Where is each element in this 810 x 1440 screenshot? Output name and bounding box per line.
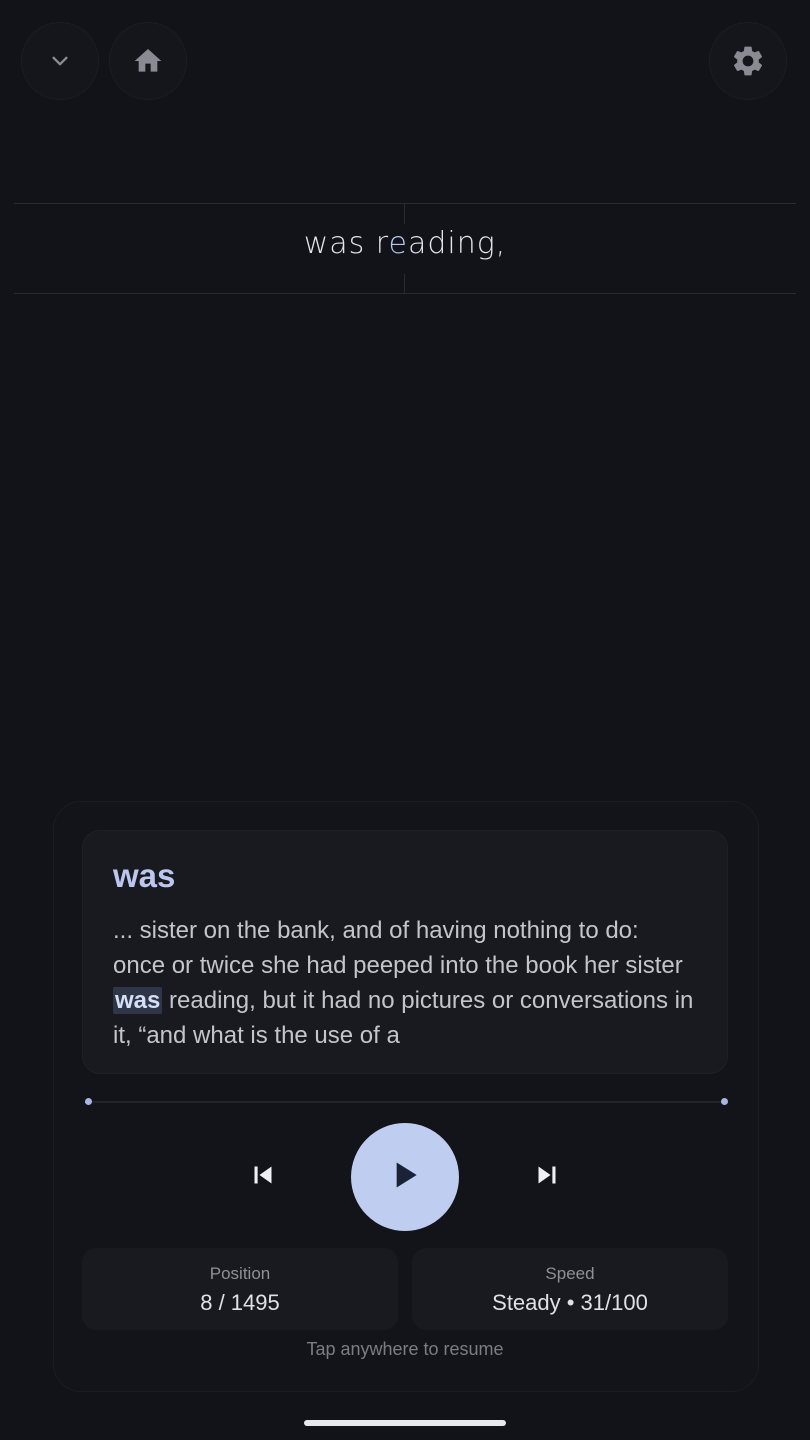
home-button[interactable] xyxy=(109,22,187,100)
progress-thumb[interactable] xyxy=(84,1098,92,1105)
context-word: was xyxy=(113,857,176,894)
context-highlight: was xyxy=(113,987,163,1014)
context-card: was ... sister on the bank, and of havin… xyxy=(82,830,728,1074)
speed-stat[interactable]: Speed Steady • 31/100 xyxy=(412,1248,728,1330)
focus-word[interactable]: was reading, xyxy=(0,226,810,274)
context-text-after: reading, but it had no pictures or conve… xyxy=(113,987,694,1049)
focus-guide-top xyxy=(14,203,796,204)
chevron-down-icon xyxy=(49,50,71,72)
position-label: Position xyxy=(209,1264,271,1283)
focus-word-orp: e xyxy=(388,226,408,261)
gear-icon xyxy=(730,43,766,79)
play-button[interactable] xyxy=(351,1123,459,1231)
focus-tick-top xyxy=(404,204,405,224)
focus-tick-bottom xyxy=(404,274,405,294)
progress-end-dot xyxy=(721,1098,728,1105)
speed-value: Steady • 31/100 xyxy=(492,1290,648,1315)
focus-word-before: was r xyxy=(303,226,389,261)
context-text: ... sister on the bank, and of having no… xyxy=(113,913,697,1053)
resume-hint: Tap anywhere to resume xyxy=(306,1339,504,1359)
speed-label: Speed xyxy=(545,1264,595,1283)
focus-word-after: ading, xyxy=(407,226,507,261)
skip-previous-button[interactable] xyxy=(232,1146,294,1208)
home-indicator[interactable] xyxy=(304,1420,506,1426)
position-value: 8 / 1495 xyxy=(200,1290,280,1315)
position-stat[interactable]: Position 8 / 1495 xyxy=(82,1248,398,1330)
progress-slider[interactable] xyxy=(85,1101,725,1103)
play-icon xyxy=(385,1155,425,1200)
focus-guide-bottom xyxy=(14,293,796,294)
settings-button[interactable] xyxy=(709,22,787,100)
skip-previous-icon xyxy=(246,1158,280,1197)
home-icon xyxy=(132,45,164,77)
collapse-button[interactable] xyxy=(21,22,99,100)
skip-next-icon xyxy=(530,1158,564,1197)
context-text-before: ... sister on the bank, and of having no… xyxy=(113,917,683,979)
skip-next-button[interactable] xyxy=(516,1146,578,1208)
